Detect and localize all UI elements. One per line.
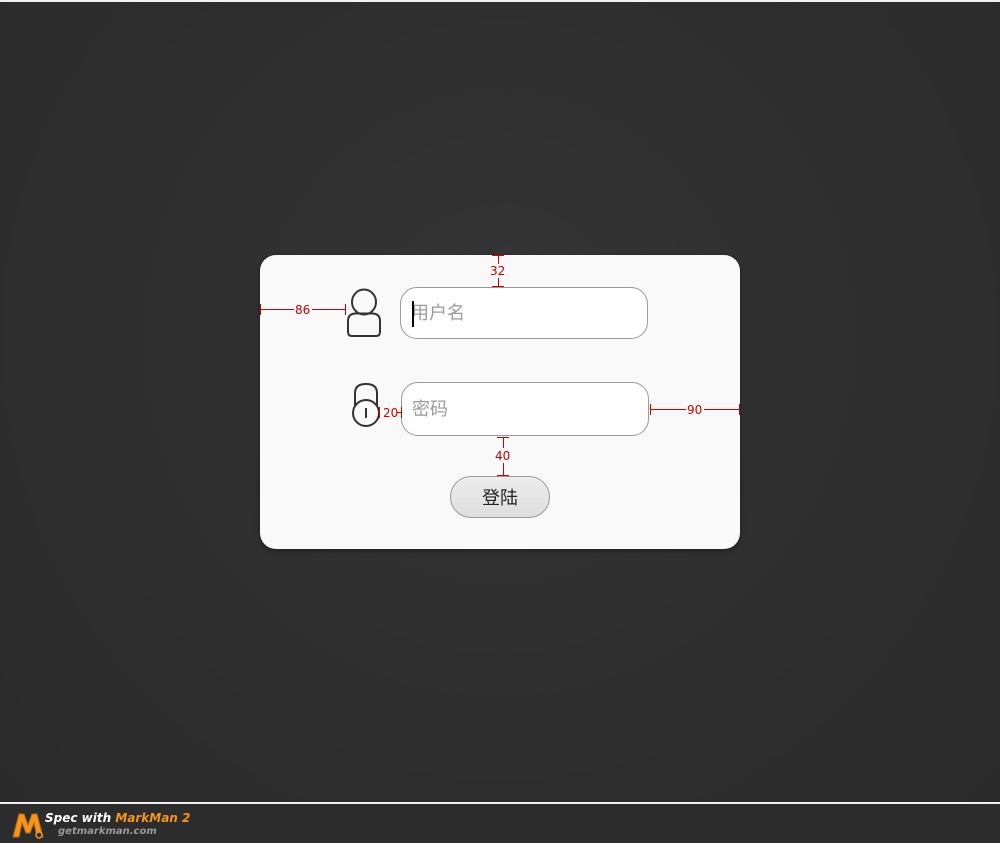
top-border-line	[0, 0, 1000, 2]
password-field[interactable]	[401, 382, 649, 436]
login-button[interactable]: 登陆	[450, 476, 550, 518]
username-field[interactable]	[400, 287, 648, 339]
right-spacing-label: 90	[687, 403, 703, 417]
lock-icon	[352, 382, 380, 427]
footer-brand: MarkMan 2	[115, 811, 191, 825]
left-spacing-label: 86	[295, 303, 311, 317]
button-gap-label: 40	[495, 449, 511, 463]
footer-spec-prefix: Spec with	[45, 811, 116, 825]
footer-url[interactable]: getmarkman.com	[58, 826, 157, 837]
top-spacing-label: 32	[490, 264, 506, 278]
text-cursor	[412, 301, 414, 327]
markman-logo-icon	[12, 813, 44, 839]
markman-footer: Spec with MarkMan 2 getmarkman.com	[0, 802, 1000, 843]
icon-gap-label: 20	[383, 406, 399, 420]
footer-spec-text: Spec with MarkMan 2	[45, 811, 190, 825]
password-input[interactable]	[412, 383, 638, 435]
user-icon	[347, 288, 381, 337]
username-input[interactable]	[411, 288, 637, 338]
